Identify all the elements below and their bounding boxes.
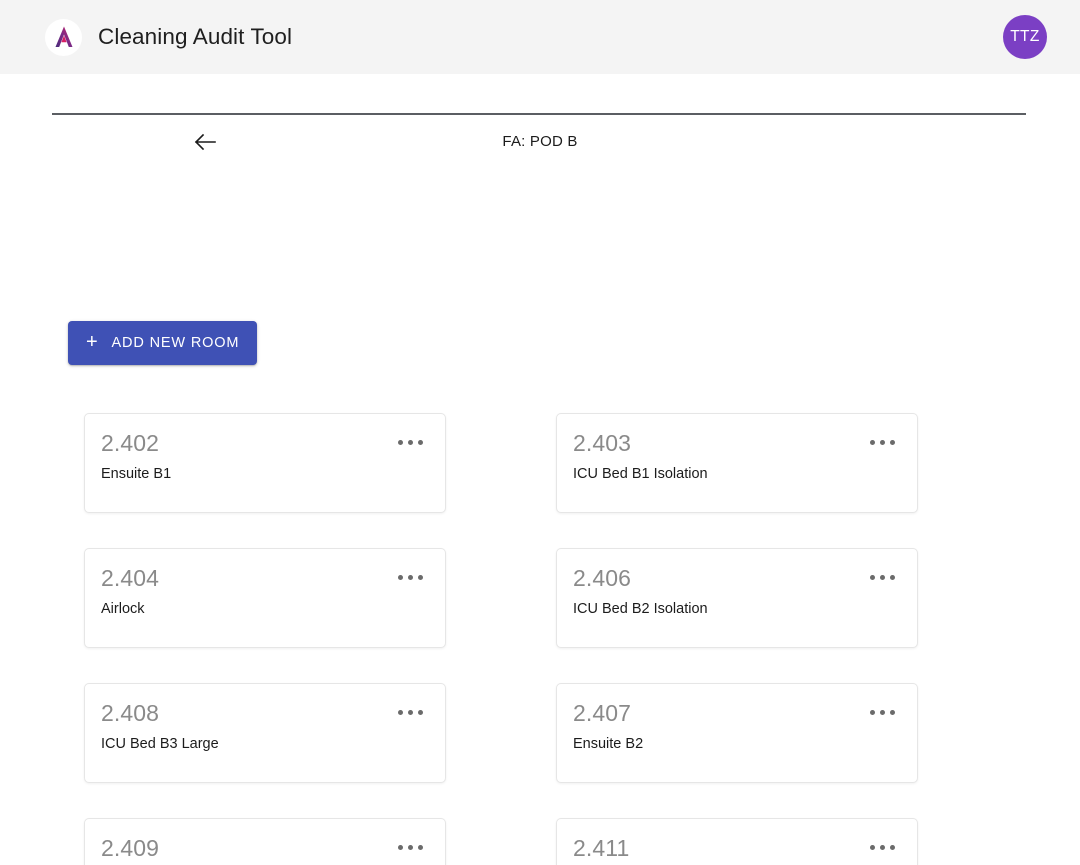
add-new-room-button[interactable]: + ADD NEW ROOM	[68, 321, 258, 365]
room-name: Airlock	[101, 601, 145, 617]
room-card[interactable]: 2.411Staff Work Area	[556, 818, 918, 865]
room-card[interactable]: 2.409ICU Bed B4	[84, 818, 446, 865]
room-name: ICU Bed B3 Large	[101, 736, 219, 752]
room-card[interactable]: 2.406 ICU Bed B2 Isolation	[556, 548, 918, 648]
room-name: Ensuite B1	[101, 466, 172, 482]
room-card[interactable]: 2.407 Ensuite B2	[556, 683, 918, 783]
page-title: FA: POD B	[502, 133, 578, 150]
more-horizontal-icon[interactable]	[866, 706, 899, 719]
more-horizontal-icon[interactable]	[394, 436, 427, 449]
brand-logo-icon	[45, 18, 82, 56]
sub-header: FA: POD B	[0, 115, 1080, 171]
room-card[interactable]: 2.404 Airlock	[84, 548, 446, 648]
more-horizontal-icon[interactable]	[394, 571, 427, 584]
plus-icon: +	[86, 331, 99, 353]
room-name: Ensuite B2	[573, 736, 644, 752]
more-horizontal-icon[interactable]	[866, 571, 899, 584]
room-name: ICU Bed B2 Isolation	[573, 601, 708, 617]
room-card[interactable]: 2.408 ICU Bed B3 Large	[84, 683, 446, 783]
page-content: FA: POD B + ADD NEW ROOM 2.402 Ensuite B1…	[0, 113, 1080, 865]
room-card-grid: 2.402 Ensuite B1 2.403 ICU Bed B1 Isolation…	[84, 413, 918, 865]
room-card[interactable]: 2.402 Ensuite B1	[84, 413, 446, 513]
more-horizontal-icon[interactable]	[866, 436, 899, 449]
more-horizontal-icon[interactable]	[394, 841, 427, 854]
app-bar: Cleaning Audit Tool TTZ	[0, 0, 1080, 74]
more-horizontal-icon[interactable]	[394, 706, 427, 719]
room-number: 2.408	[101, 700, 160, 726]
room-card[interactable]: 2.403 ICU Bed B1 Isolation	[556, 413, 918, 513]
room-number: 2.407	[573, 700, 632, 726]
add-new-room-label: ADD NEW ROOM	[111, 335, 240, 351]
room-number: 2.403	[573, 430, 632, 456]
room-number: 2.409	[101, 835, 160, 861]
avatar[interactable]: TTZ	[1003, 15, 1047, 59]
app-title: Cleaning Audit Tool	[98, 24, 293, 49]
room-number: 2.406	[573, 565, 632, 591]
more-horizontal-icon[interactable]	[866, 841, 899, 854]
room-number: 2.411	[573, 835, 630, 861]
room-number: 2.402	[101, 430, 160, 456]
room-name: ICU Bed B1 Isolation	[573, 466, 708, 482]
room-number: 2.404	[101, 565, 160, 591]
